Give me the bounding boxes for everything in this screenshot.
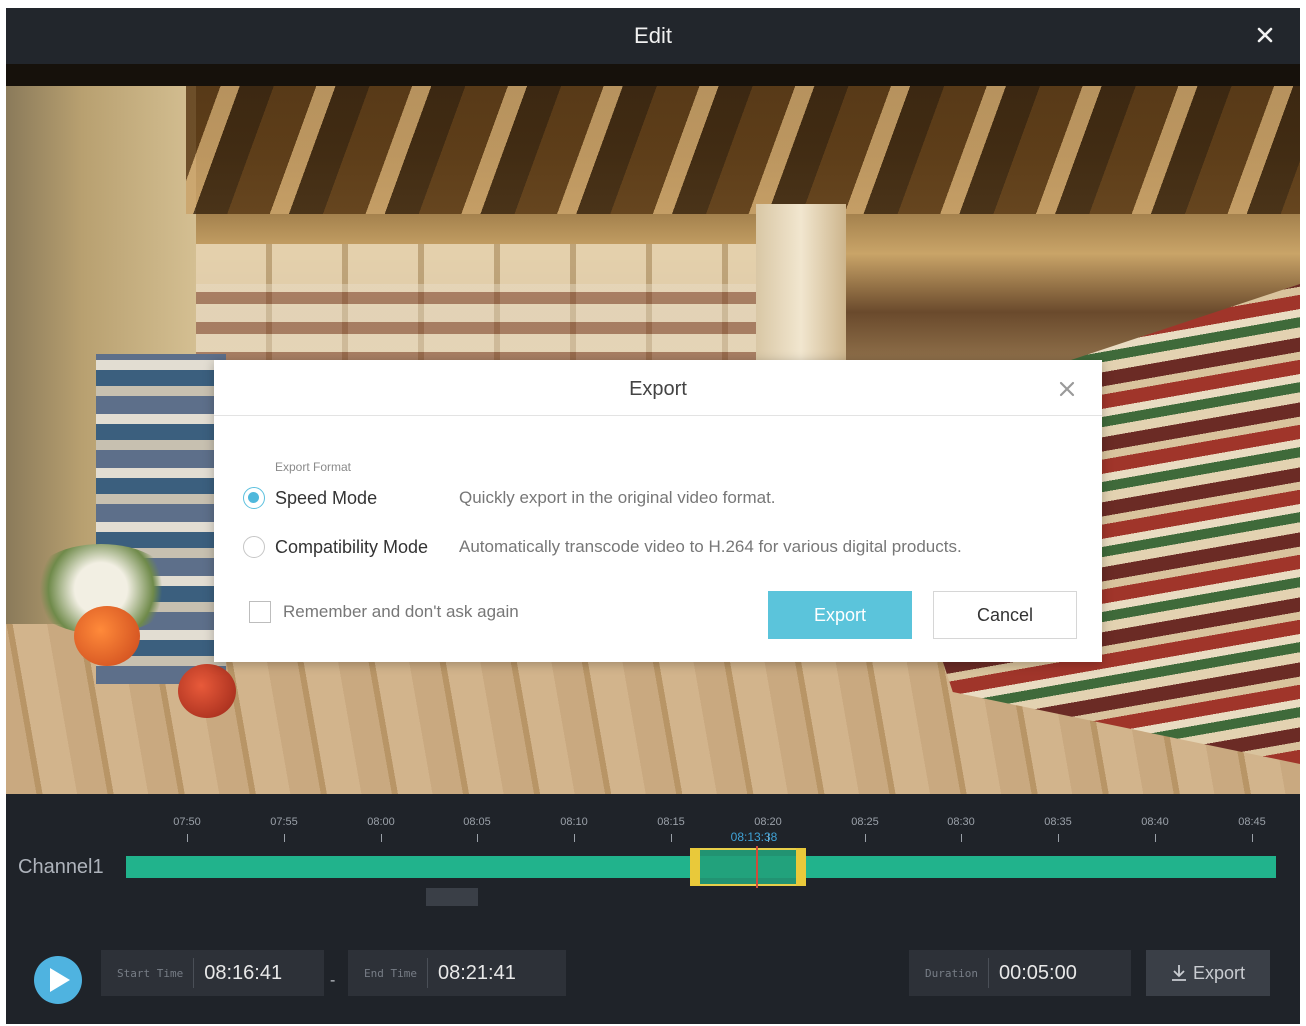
play-button[interactable] <box>34 956 82 1004</box>
dialog-close-icon[interactable] <box>1058 380 1076 398</box>
timeline-tick <box>1155 834 1156 842</box>
timeline-tick-label: 07:55 <box>270 816 298 828</box>
selection-end-handle[interactable] <box>796 848 806 886</box>
compatibility-mode-description: Automatically transcode video to H.264 f… <box>459 537 962 556</box>
start-time-label: Start Time <box>117 966 184 980</box>
start-time-field[interactable]: Start Time 08:16:41 <box>101 950 324 996</box>
compatibility-mode-option[interactable]: Compatibility Mode Automatically transco… <box>243 533 962 561</box>
title-bar: Edit <box>6 8 1300 64</box>
timeline-tick <box>865 834 866 842</box>
remember-option[interactable]: Remember and don't ask again <box>249 601 519 623</box>
dialog-title: Export <box>629 378 687 400</box>
timeline-tick-label: 08:00 <box>367 816 395 828</box>
start-time-value[interactable]: 08:16:41 <box>194 962 296 985</box>
video-scene-pumpkin <box>74 606 140 666</box>
timeline-tick <box>381 834 382 842</box>
timeline-tick-label: 08:35 <box>1044 816 1072 828</box>
compatibility-mode-radio[interactable] <box>243 536 265 558</box>
video-scene-ceiling-edge <box>6 64 1300 86</box>
video-scene-ceiling <box>186 64 1300 214</box>
timeline-tick-label: 08:10 <box>560 816 588 828</box>
speed-mode-description: Quickly export in the original video for… <box>459 488 776 507</box>
timeline-tick-label: 08:45 <box>1238 816 1266 828</box>
end-time-label: End Time <box>364 966 417 980</box>
timeline-tick-label: 08:20 <box>754 816 782 828</box>
end-time-field[interactable]: End Time 08:21:41 <box>348 950 566 996</box>
clip-selection[interactable] <box>690 846 806 888</box>
timeline-tick <box>574 834 575 842</box>
compatibility-mode-label: Compatibility Mode <box>275 536 429 557</box>
remember-label: Remember and don't ask again <box>283 602 519 621</box>
export-clip-label: Export <box>1192 962 1246 983</box>
timeline-tick <box>1252 834 1253 842</box>
cursor-time-label: 08:13:38 <box>730 830 778 844</box>
duration-label: Duration <box>925 966 978 980</box>
speed-mode-option[interactable]: Speed Mode Quickly export in the origina… <box>243 484 776 512</box>
cancel-button[interactable]: Cancel <box>933 591 1077 639</box>
end-time-value[interactable]: 08:21:41 <box>428 962 530 985</box>
channel-label: Channel1 <box>18 856 104 878</box>
duration-value: 00:05:00 <box>998 961 1077 984</box>
duration-field: Duration 00:05:00 <box>909 950 1131 996</box>
selection-start-handle[interactable] <box>690 848 700 886</box>
export-dialog: Export Export Format Speed Mode Quickly … <box>214 360 1102 662</box>
window-title: Edit <box>634 23 672 48</box>
play-icon <box>50 968 70 992</box>
export-format-label: Export Format <box>275 460 352 474</box>
playhead-cursor[interactable] <box>756 846 758 888</box>
time-range-separator: - <box>330 972 336 989</box>
speed-mode-label: Speed Mode <box>275 487 378 508</box>
timeline-tick-label: 08:05 <box>463 816 491 828</box>
export-clip-button[interactable]: Export <box>1146 950 1270 996</box>
close-icon[interactable] <box>1252 22 1278 48</box>
timeline-tick-label: 08:40 <box>1141 816 1169 828</box>
timeline-tick-label: 08:30 <box>947 816 975 828</box>
timeline-tick <box>284 834 285 842</box>
timeline-tick <box>1058 834 1059 842</box>
timeline-tick-label: 08:25 <box>851 816 879 828</box>
dialog-divider <box>214 415 1102 416</box>
timeline[interactable]: 07:50 07:55 08:00 08:05 08:10 08:15 08:20 08:25… <box>6 794 1300 914</box>
timeline-tick-label: 08:15 <box>657 816 685 828</box>
export-button[interactable]: Export <box>768 591 912 639</box>
timeline-tick <box>477 834 478 842</box>
playback-controls: Start Time 08:16:41 - End Time 08:21:41 … <box>6 914 1300 1024</box>
timeline-tick <box>961 834 962 842</box>
timeline-scrollbar[interactable] <box>426 888 478 906</box>
remember-checkbox[interactable] <box>249 601 271 623</box>
speed-mode-radio[interactable] <box>243 487 265 509</box>
timeline-tick <box>187 834 188 842</box>
timeline-tick <box>671 834 672 842</box>
timeline-tick-label: 07:50 <box>173 816 201 828</box>
video-scene-pumpkin <box>178 664 236 718</box>
download-icon <box>1171 965 1186 981</box>
